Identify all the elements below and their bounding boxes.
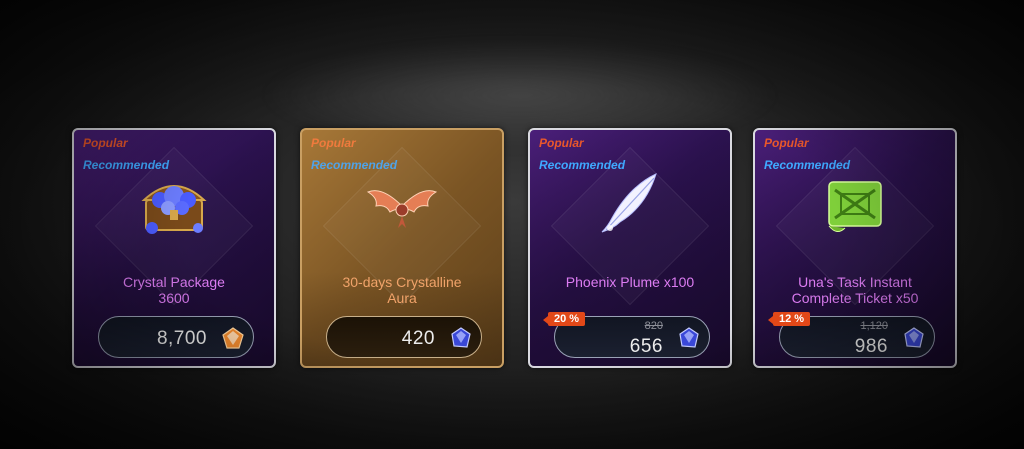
white-feather-icon bbox=[601, 173, 657, 233]
blue-crystal-icon bbox=[451, 327, 471, 348]
discount-badge: 12 % bbox=[767, 312, 811, 326]
crystal-chest-icon bbox=[141, 185, 207, 234]
green-scroll-icon bbox=[828, 181, 882, 232]
popular-tag: Popular bbox=[83, 136, 128, 150]
original-price: 1,120 bbox=[860, 320, 888, 332]
shop-card-crystal-package[interactable]: Popular Recommended Crystal Package 3600… bbox=[72, 128, 276, 368]
item-title-line1: Una's Task Instant bbox=[798, 274, 912, 290]
price-value: 986 bbox=[854, 336, 888, 357]
winged-aura-icon bbox=[366, 190, 438, 228]
buy-button[interactable]: 420 bbox=[326, 316, 482, 358]
blue-crystal-icon bbox=[679, 327, 699, 348]
item-title-line1: Crystal Package bbox=[123, 274, 225, 290]
blue-crystal-icon bbox=[904, 327, 924, 348]
original-price: 820 bbox=[644, 320, 663, 332]
shop-card-crystalline-aura[interactable]: Popular Recommended 30-days Crystalline … bbox=[300, 128, 504, 368]
popular-tag: Popular bbox=[764, 136, 809, 150]
orange-gem-icon bbox=[222, 327, 244, 349]
item-title-line1: 30-days Crystalline bbox=[342, 274, 462, 290]
shop-card-una-task-ticket[interactable]: Popular Recommended Una's Task Instant C… bbox=[753, 128, 957, 368]
item-title: Una's Task Instant Complete Ticket x50 bbox=[763, 274, 947, 306]
item-title: Phoenix Plume x100 bbox=[538, 274, 722, 290]
item-title: Crystal Package 3600 bbox=[82, 274, 266, 306]
price-value: 8,700 bbox=[156, 328, 207, 349]
price-value: 420 bbox=[401, 328, 435, 349]
buy-button[interactable]: 8,700 bbox=[98, 316, 254, 358]
item-title-line2: Complete Ticket x50 bbox=[791, 290, 919, 306]
item-title: 30-days Crystalline Aura bbox=[310, 274, 494, 306]
shop-card-phoenix-plume[interactable]: Popular Recommended Phoenix Plume x100 2… bbox=[528, 128, 732, 368]
item-title-line1: Phoenix Plume x100 bbox=[565, 274, 695, 290]
discount-badge: 20 % bbox=[542, 312, 586, 326]
popular-tag: Popular bbox=[539, 136, 584, 150]
item-title-line2: 3600 bbox=[158, 290, 190, 306]
item-title-line2: Aura bbox=[387, 290, 417, 306]
price-value: 656 bbox=[629, 336, 663, 357]
popular-tag: Popular bbox=[311, 136, 356, 150]
